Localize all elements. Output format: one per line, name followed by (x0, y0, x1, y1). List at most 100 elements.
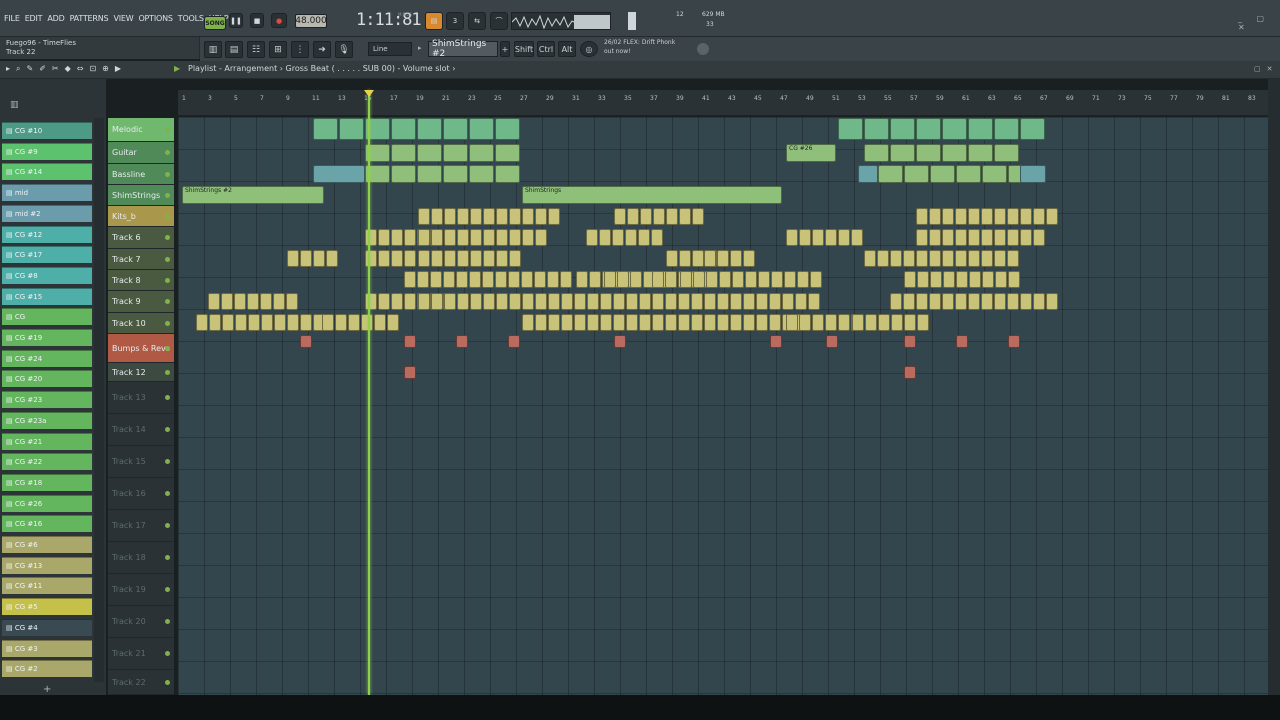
alt-key[interactable]: Alt (558, 41, 576, 57)
clip[interactable] (808, 293, 820, 310)
clip[interactable] (600, 314, 612, 331)
clip[interactable] (522, 208, 534, 225)
clip[interactable] (221, 293, 233, 310)
clip[interactable] (431, 229, 443, 246)
clip[interactable] (286, 293, 298, 310)
clip[interactable] (614, 335, 626, 348)
menu-options[interactable]: OPTIONS (138, 14, 173, 23)
track-header[interactable]: Track 20 (108, 606, 174, 638)
clip[interactable] (917, 271, 929, 288)
clip[interactable] (890, 293, 902, 310)
clip[interactable] (431, 208, 443, 225)
picker-item[interactable]: ▤ CG #16 (2, 515, 92, 533)
clip[interactable] (444, 293, 456, 310)
clip[interactable] (522, 314, 534, 331)
clip[interactable] (942, 250, 954, 267)
clip[interactable] (418, 293, 430, 310)
clip[interactable] (576, 271, 588, 288)
clip[interactable] (509, 250, 521, 267)
clip[interactable] (348, 314, 360, 331)
clip[interactable] (535, 208, 547, 225)
clip[interactable] (1033, 208, 1045, 225)
picker-item[interactable]: ▤ mid #2 (2, 204, 92, 222)
track-mute-icon[interactable] (165, 555, 170, 560)
clip[interactable] (730, 314, 742, 331)
clip[interactable] (929, 208, 941, 225)
clip[interactable] (706, 271, 718, 288)
clip[interactable] (981, 208, 993, 225)
clip[interactable] (365, 250, 377, 267)
clip[interactable] (1007, 250, 1019, 267)
clip[interactable] (666, 208, 678, 225)
picker-mode-icon[interactable]: ▥ (10, 100, 19, 110)
clip[interactable] (730, 250, 742, 267)
clip[interactable] (693, 271, 705, 288)
clip[interactable] (470, 250, 482, 267)
stop-button[interactable]: ■ (250, 13, 264, 28)
clip[interactable] (495, 144, 520, 162)
clip[interactable] (916, 229, 928, 246)
clip[interactable] (717, 314, 729, 331)
clip[interactable] (391, 293, 403, 310)
clip[interactable] (483, 250, 495, 267)
clip[interactable] (770, 335, 782, 348)
track-header[interactable]: Track 13 (108, 382, 174, 414)
clip[interactable] (495, 165, 520, 183)
clip[interactable] (858, 165, 878, 183)
clip[interactable] (630, 271, 642, 288)
clip[interactable] (300, 314, 312, 331)
clip[interactable] (469, 118, 494, 140)
clip[interactable] (260, 293, 272, 310)
picker-item[interactable]: ▤ CG (2, 308, 92, 326)
clip[interactable] (652, 271, 664, 288)
clip[interactable] (444, 208, 456, 225)
clip[interactable] (665, 293, 677, 310)
track-mute-icon[interactable] (165, 277, 170, 283)
countdown-icon[interactable]: 3 (446, 12, 464, 30)
metronome-icon[interactable]: ▤ (425, 12, 443, 30)
track-mute-icon[interactable] (165, 345, 170, 351)
clip[interactable] (640, 208, 652, 225)
clip[interactable] (890, 118, 915, 140)
track-header[interactable]: Track 14 (108, 414, 174, 446)
clip[interactable] (994, 293, 1006, 310)
clip[interactable] (955, 229, 967, 246)
track-header[interactable]: Track 6 (108, 227, 174, 249)
clip[interactable] (890, 250, 902, 267)
clip[interactable] (1046, 293, 1058, 310)
clip[interactable] (864, 144, 889, 162)
menu-patterns[interactable]: PATTERNS (70, 14, 109, 23)
pattern-select[interactable]: ShimStrings #2 (428, 39, 498, 59)
clip[interactable] (418, 208, 430, 225)
clip[interactable] (784, 271, 796, 288)
clip[interactable] (1020, 165, 1046, 183)
clip[interactable] (995, 271, 1007, 288)
clip[interactable] (404, 229, 416, 246)
clip[interactable] (561, 293, 573, 310)
clip[interactable] (810, 271, 822, 288)
track-header[interactable]: Track 21 (108, 638, 174, 670)
record-button[interactable]: ● (271, 13, 287, 28)
picker-item[interactable]: ▤ CG #15 (2, 287, 92, 305)
track-mute-icon[interactable] (165, 256, 170, 262)
add-clip-icon[interactable]: + (43, 684, 51, 695)
clip[interactable] (548, 208, 560, 225)
clip[interactable] (838, 118, 863, 140)
clip[interactable] (666, 250, 678, 267)
clip[interactable] (771, 271, 783, 288)
clip[interactable] (404, 335, 416, 348)
clip[interactable] (431, 293, 443, 310)
clip[interactable] (361, 314, 373, 331)
clip[interactable] (496, 293, 508, 310)
clip[interactable] (417, 165, 442, 183)
clip[interactable] (378, 250, 390, 267)
track-mute-icon[interactable] (165, 171, 170, 177)
clip[interactable] (627, 208, 639, 225)
clip[interactable] (717, 293, 729, 310)
clip[interactable] (222, 314, 234, 331)
clip[interactable] (956, 165, 981, 183)
clip[interactable] (704, 293, 716, 310)
menu-file[interactable]: FILE (4, 14, 20, 23)
clip[interactable] (457, 208, 469, 225)
clip[interactable] (587, 314, 599, 331)
